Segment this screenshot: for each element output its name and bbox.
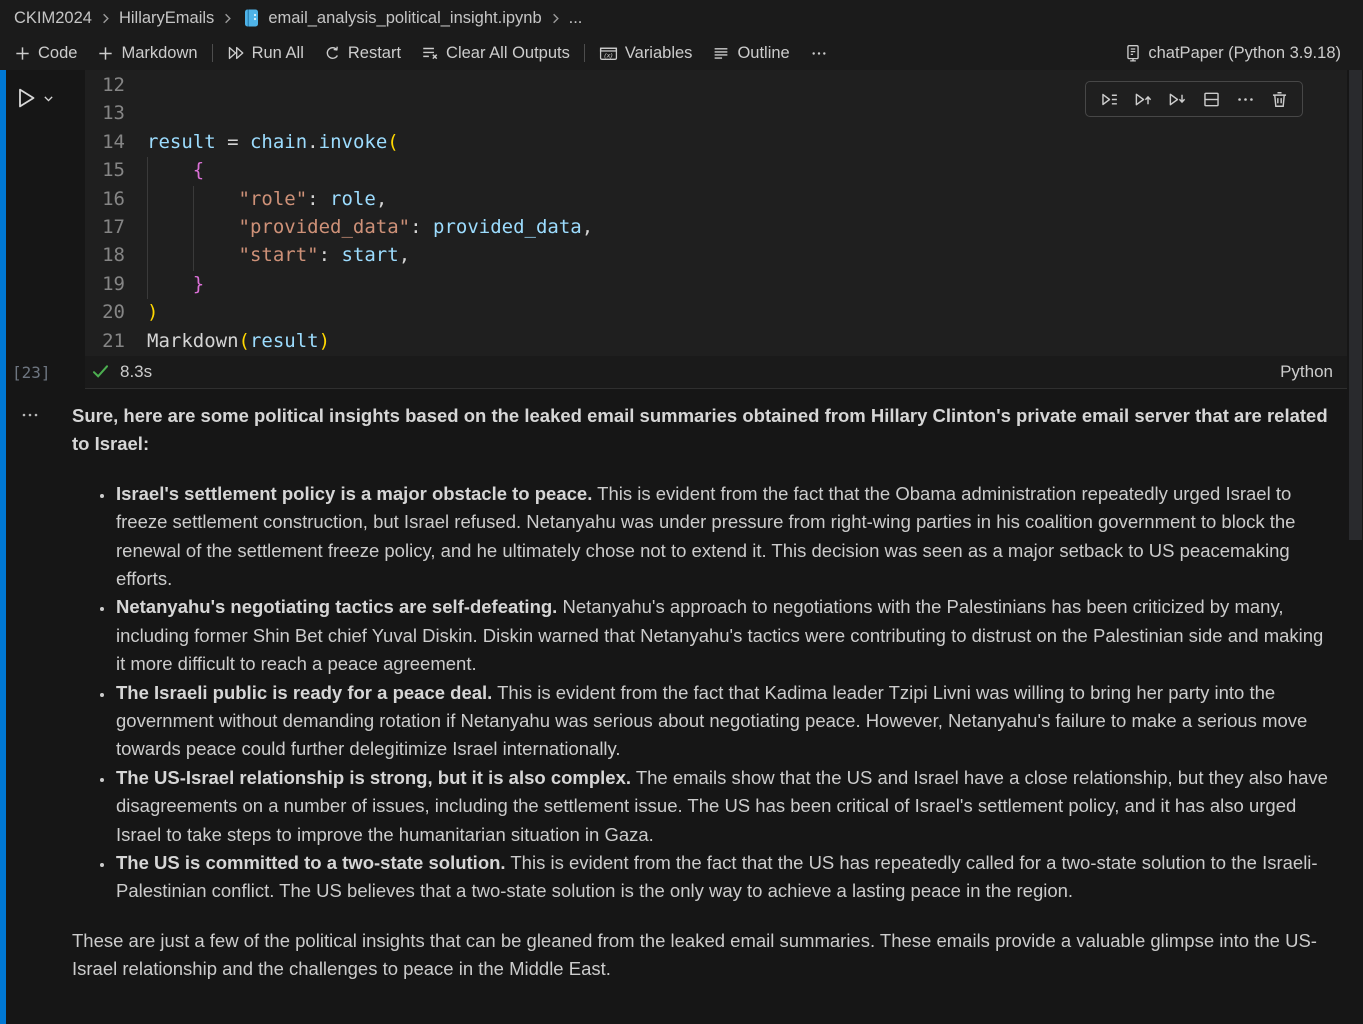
cell-more-actions-button[interactable]	[1231, 87, 1259, 111]
output-bullet-item: The Israeli public is ready for a peace …	[115, 679, 1334, 764]
line-number: 14	[85, 128, 125, 156]
cell-language-picker[interactable]: Python	[1280, 362, 1333, 382]
code-line[interactable]: 17 "provided_data": provided_data,	[85, 213, 1347, 241]
code-line[interactable]: 19 }	[85, 270, 1347, 298]
clear-all-outputs-label: Clear All Outputs	[446, 44, 570, 63]
execution-count: [23]	[12, 363, 51, 382]
add-markdown-cell-button[interactable]: Markdown	[87, 38, 207, 68]
restart-label: Restart	[348, 44, 401, 63]
more-actions-icon	[810, 45, 828, 62]
notebook-toolbar: Code Markdown Run All Restart	[0, 36, 1363, 70]
breadcrumb: CKIM2024 HillaryEmails email_analysis_po…	[0, 0, 1363, 36]
output-gutter	[0, 398, 72, 984]
code-line[interactable]: 21Markdown(result)	[85, 327, 1347, 355]
cell-gutter: [23]	[0, 70, 85, 389]
restart-button[interactable]: Restart	[314, 38, 411, 68]
cell-toolbar	[1085, 81, 1303, 117]
variables-label: Variables	[625, 44, 693, 63]
clear-outputs-icon	[421, 44, 439, 62]
clear-all-outputs-button[interactable]: Clear All Outputs	[411, 38, 580, 68]
output-bullet-list: Israel's settlement policy is a major ob…	[72, 480, 1334, 906]
line-number: 16	[85, 185, 125, 213]
kernel-picker-button[interactable]: chatPaper (Python 3.9.18)	[1115, 38, 1351, 68]
add-markdown-label: Markdown	[121, 44, 197, 63]
code-cell: [23] 121314result = chain.invoke(15 {16 …	[0, 70, 1363, 389]
breadcrumb-overflow[interactable]: ...	[569, 9, 583, 28]
outline-label: Outline	[737, 44, 789, 63]
kernel-icon	[1125, 44, 1141, 62]
output-more-actions-button[interactable]	[18, 404, 72, 426]
output-intro: Sure, here are some political insights b…	[72, 402, 1334, 459]
run-all-icon	[227, 44, 245, 62]
vertical-scrollbar[interactable]	[1348, 70, 1363, 1024]
line-number: 18	[85, 241, 125, 269]
breadcrumb-item-project[interactable]: CKIM2024	[14, 9, 92, 28]
split-cell-button[interactable]	[1197, 87, 1225, 111]
cell-status-bar: 8.3s Python	[85, 356, 1347, 389]
code-line[interactable]: 20)	[85, 298, 1347, 326]
add-code-cell-button[interactable]: Code	[4, 38, 87, 68]
execute-cell-and-below-button[interactable]	[1095, 87, 1123, 111]
success-check-icon	[91, 362, 110, 381]
execute-below-button[interactable]	[1163, 87, 1191, 111]
notebook-file-icon	[243, 8, 260, 28]
indent-guide	[147, 157, 148, 299]
output-bullet-item: Netanyahu's negotiating tactics are self…	[115, 593, 1334, 678]
chevron-right-icon	[548, 11, 563, 26]
output-bullet-item: The US is committed to a two-state solut…	[115, 849, 1334, 906]
run-all-label: Run All	[252, 44, 304, 63]
run-all-button[interactable]: Run All	[217, 38, 314, 68]
line-number: 13	[85, 99, 125, 127]
variables-icon: (x)	[599, 45, 618, 62]
scrollbar-slider[interactable]	[1349, 70, 1362, 540]
code-line[interactable]: 14result = chain.invoke(	[85, 128, 1347, 156]
toolbar-separator	[212, 44, 213, 62]
code-line[interactable]: 18 "start": start,	[85, 241, 1347, 269]
execution-duration: 8.3s	[120, 362, 152, 382]
code-line[interactable]: 16 "role": role,	[85, 185, 1347, 213]
output-bullet-item: The US-Israel relationship is strong, bu…	[115, 764, 1334, 849]
chevron-right-icon	[98, 11, 113, 26]
outline-icon	[712, 45, 730, 62]
add-code-label: Code	[38, 44, 77, 63]
cell-output: Sure, here are some political insights b…	[0, 398, 1363, 984]
line-number: 19	[85, 270, 125, 298]
notebook-body: [23] 121314result = chain.invoke(15 {16 …	[0, 70, 1363, 1024]
svg-text:(x): (x)	[604, 51, 613, 59]
chevron-down-icon	[42, 92, 55, 105]
breadcrumb-item-file[interactable]: email_analysis_political_insight.ipynb	[268, 9, 541, 28]
execute-above-button[interactable]	[1129, 87, 1157, 111]
line-number: 20	[85, 298, 125, 326]
toolbar-more-button[interactable]	[800, 38, 838, 68]
add-icon	[14, 45, 31, 62]
run-cell-button[interactable]	[14, 86, 85, 110]
indent-guide	[193, 186, 194, 271]
outline-button[interactable]: Outline	[702, 38, 799, 68]
code-editor[interactable]: 121314result = chain.invoke(15 {16 "role…	[85, 70, 1347, 356]
variables-button[interactable]: (x) Variables	[589, 38, 703, 68]
code-line[interactable]: 15 {	[85, 156, 1347, 184]
line-number: 21	[85, 327, 125, 355]
restart-icon	[324, 45, 341, 62]
play-icon	[14, 86, 38, 110]
line-number: 17	[85, 213, 125, 241]
add-icon	[97, 45, 114, 62]
line-number: 15	[85, 156, 125, 184]
line-number: 12	[85, 71, 125, 99]
delete-cell-button[interactable]	[1265, 87, 1293, 111]
markdown-output: Sure, here are some political insights b…	[72, 398, 1334, 984]
cell-main: 121314result = chain.invoke(15 {16 "role…	[85, 70, 1347, 389]
output-bullet-item: Israel's settlement policy is a major ob…	[115, 480, 1334, 594]
kernel-label: chatPaper (Python 3.9.18)	[1148, 44, 1341, 63]
breadcrumb-item-folder[interactable]: HillaryEmails	[119, 9, 214, 28]
chevron-right-icon	[220, 11, 235, 26]
toolbar-separator	[584, 44, 585, 62]
output-outro: These are just a few of the political in…	[72, 927, 1334, 984]
